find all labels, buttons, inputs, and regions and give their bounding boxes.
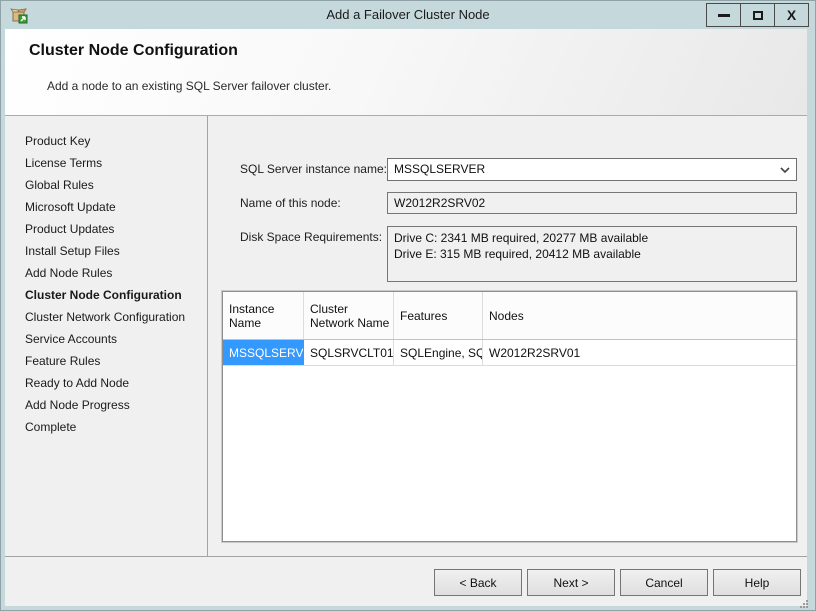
column-header-instance-name: Instance Name: [223, 292, 304, 339]
sidebar-item-cluster-node-configuration: Cluster Node Configuration: [5, 284, 207, 306]
chevron-down-icon: [776, 159, 794, 180]
sidebar-item-product-updates: Product Updates: [5, 218, 207, 240]
next-button[interactable]: Next >: [527, 569, 615, 596]
sidebar-item-add-node-rules: Add Node Rules: [5, 262, 207, 284]
close-button[interactable]: X: [774, 3, 809, 27]
instance-name-value: MSSQLSERVER: [394, 159, 485, 180]
node-name-label: Name of this node:: [240, 196, 341, 210]
sidebar-item-global-rules: Global Rules: [5, 174, 207, 196]
minimize-icon: [718, 14, 730, 17]
minimize-button[interactable]: [706, 3, 741, 27]
column-header-nodes: Nodes: [483, 292, 796, 339]
cell-cluster-network-name[interactable]: SQLSRVCLT01: [304, 340, 394, 365]
column-header-features: Features: [394, 292, 483, 339]
sidebar-item-cluster-network-configuration: Cluster Network Configuration: [5, 306, 207, 328]
wizard-steps-sidebar: Product Key License Terms Global Rules M…: [5, 116, 208, 556]
table-row[interactable]: MSSQLSERVER SQLSRVCLT01 SQLEngine, SQ...…: [223, 340, 796, 366]
sidebar-item-microsoft-update: Microsoft Update: [5, 196, 207, 218]
node-name-field: W2012R2SRV02: [387, 192, 797, 214]
wizard-window: Add a Failover Cluster Node X Cluster No…: [0, 0, 816, 611]
window-title: Add a Failover Cluster Node: [1, 1, 815, 29]
sidebar-item-ready-to-add-node: Ready to Add Node: [5, 372, 207, 394]
disk-space-line-e: Drive E: 315 MB required, 20412 MB avail…: [394, 246, 790, 262]
cell-nodes[interactable]: W2012R2SRV01: [483, 340, 796, 365]
disk-space-label: Disk Space Requirements:: [240, 230, 382, 244]
sidebar-item-add-node-progress: Add Node Progress: [5, 394, 207, 416]
cancel-button[interactable]: Cancel: [620, 569, 708, 596]
maximize-icon: [753, 11, 763, 20]
content-pane: SQL Server instance name: MSSQLSERVER Na…: [208, 116, 807, 556]
page-header: Cluster Node Configuration Add a node to…: [5, 29, 807, 116]
button-bar: < Back Next > Cancel Help: [5, 556, 807, 606]
sidebar-item-service-accounts: Service Accounts: [5, 328, 207, 350]
sidebar-item-install-setup-files: Install Setup Files: [5, 240, 207, 262]
maximize-button[interactable]: [740, 3, 775, 27]
column-header-cluster-network-name: Cluster Network Name: [304, 292, 394, 339]
page-subtitle: Add a node to an existing SQL Server fai…: [47, 79, 331, 93]
title-bar: Add a Failover Cluster Node X: [1, 1, 815, 29]
window-controls: X: [707, 3, 809, 27]
help-button[interactable]: Help: [713, 569, 801, 596]
disk-space-line-c: Drive C: 2341 MB required, 20277 MB avai…: [394, 230, 790, 246]
grid-header-row: Instance Name Cluster Network Name Featu…: [223, 292, 796, 340]
instance-name-combobox[interactable]: MSSQLSERVER: [387, 158, 797, 181]
cell-features[interactable]: SQLEngine, SQ...: [394, 340, 483, 365]
page-title: Cluster Node Configuration: [29, 42, 238, 60]
instance-name-label: SQL Server instance name:: [240, 162, 387, 176]
close-icon: X: [787, 8, 796, 22]
sidebar-item-complete: Complete: [5, 416, 207, 438]
dialog-body: Product Key License Terms Global Rules M…: [5, 116, 807, 556]
resize-grip-icon[interactable]: [800, 600, 802, 602]
dialog-surface: Cluster Node Configuration Add a node to…: [5, 29, 807, 606]
sidebar-item-feature-rules: Feature Rules: [5, 350, 207, 372]
back-button[interactable]: < Back: [434, 569, 522, 596]
disk-space-requirements-box: Drive C: 2341 MB required, 20277 MB avai…: [387, 226, 797, 282]
cell-instance-name[interactable]: MSSQLSERVER: [223, 340, 304, 365]
sidebar-item-product-key: Product Key: [5, 130, 207, 152]
sidebar-item-license-terms: License Terms: [5, 152, 207, 174]
cluster-instances-grid: Instance Name Cluster Network Name Featu…: [222, 291, 797, 542]
